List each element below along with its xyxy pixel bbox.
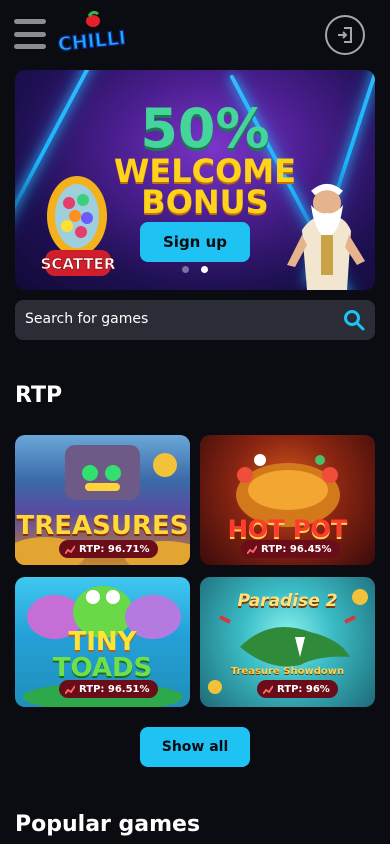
rtp-badge: RTP: 96.71% [59, 540, 158, 558]
carousel-dot-active[interactable] [201, 266, 208, 273]
rtp-value: RTP: 96.51% [79, 683, 150, 695]
game-card-paradise-2[interactable]: Paradise 2 Treasure Showdown RTP: 96% [200, 577, 375, 707]
rtp-chart-icon [65, 685, 75, 694]
login-button[interactable] [325, 15, 365, 55]
top-header: CHILLI6 [0, 0, 390, 70]
search-input[interactable]: Search for games [25, 311, 148, 327]
carousel-dots [182, 266, 208, 273]
search-bar[interactable]: Search for games [15, 300, 375, 340]
menu-button[interactable] [14, 19, 46, 49]
rtp-chart-icon [247, 545, 257, 554]
game-art-title: TREASURES [16, 511, 189, 541]
search-icon[interactable] [343, 309, 365, 331]
game-art-title-line1: TINY [68, 627, 137, 657]
promo-banner[interactable]: SCATTER 50% WELCOME BONUS Sign up [15, 70, 375, 290]
hamburger-icon [14, 19, 46, 24]
carousel-dot[interactable] [182, 266, 189, 273]
game-art-title: HOT POT [227, 515, 348, 543]
svg-text:CHILLI6: CHILLI6 [57, 25, 126, 55]
login-door-icon [338, 27, 352, 43]
rtp-value: RTP: 96.71% [79, 543, 150, 555]
banner-percent: 50% [140, 97, 270, 160]
game-art-subtitle: Treasure Showdown [230, 666, 345, 677]
rtp-badge: RTP: 96.45% [241, 540, 340, 558]
game-art-title: Paradise 2 [237, 591, 338, 611]
rtp-chart-icon [65, 545, 75, 554]
rtp-value: RTP: 96.45% [261, 543, 332, 555]
popular-games-title: Popular games [15, 812, 201, 837]
signup-button[interactable]: Sign up [140, 222, 250, 262]
show-all-button[interactable]: Show all [140, 727, 250, 767]
rtp-badge: RTP: 96% [257, 680, 338, 698]
game-card-tiny-toads[interactable]: TINY TOADS RTP: 96.51% [15, 577, 190, 707]
rtp-section-title: RTP [15, 383, 63, 408]
rtp-badge: RTP: 96.51% [59, 680, 158, 698]
rtp-value: RTP: 96% [277, 683, 330, 695]
svg-text:SCATTER: SCATTER [41, 255, 116, 273]
game-art-title-line2: TOADS [52, 653, 153, 683]
game-card-hot-pot[interactable]: HOT POT RTP: 96.45% [200, 435, 375, 565]
rtp-chart-icon [263, 685, 273, 694]
banner-bonus: BONUS [141, 183, 269, 221]
chilli6-logo[interactable]: CHILLI6 [56, 10, 141, 62]
game-card-treasures[interactable]: TREASURES RTP: 96.71% [15, 435, 190, 565]
